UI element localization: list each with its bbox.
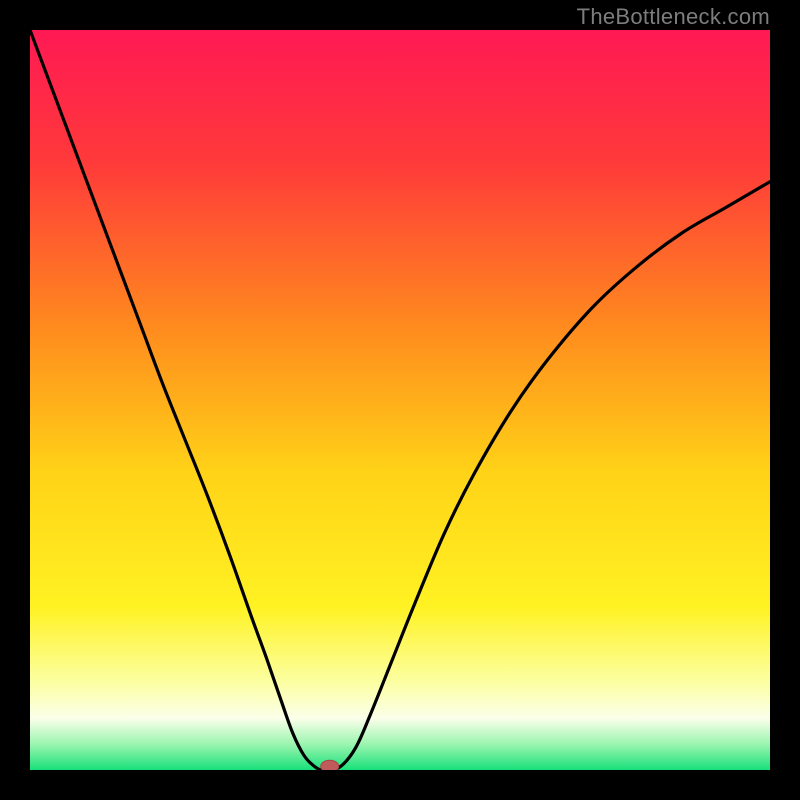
chart-frame: TheBottleneck.com <box>0 0 800 800</box>
watermark-text: TheBottleneck.com <box>577 4 770 30</box>
chart-svg <box>30 30 770 770</box>
plot-area <box>30 30 770 770</box>
optimal-point-marker <box>321 760 339 770</box>
gradient-background <box>30 30 770 770</box>
